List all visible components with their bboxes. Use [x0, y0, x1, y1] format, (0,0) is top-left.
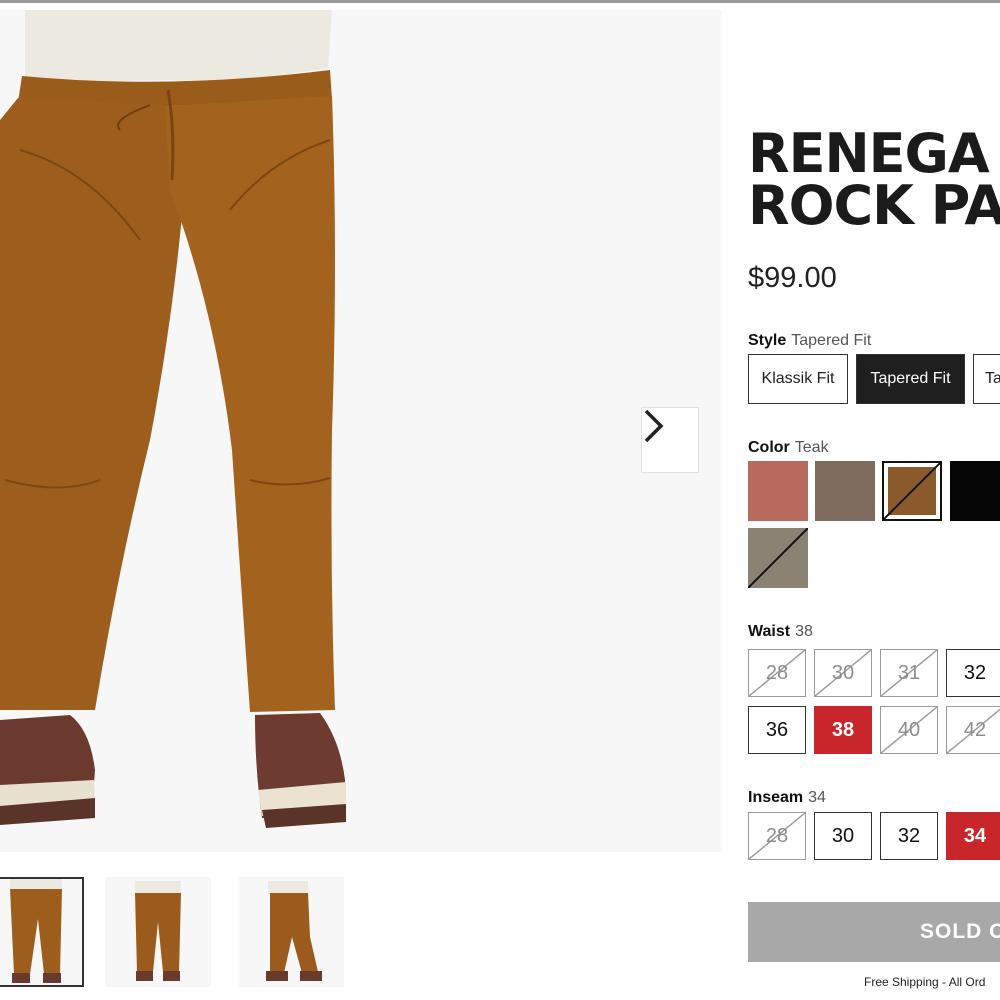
inseam-option-34[interactable]: 34 — [946, 812, 1000, 860]
color-swatch-teak[interactable] — [882, 461, 942, 521]
size-label: 28 — [765, 824, 789, 847]
color-swatch-walnut[interactable] — [815, 461, 875, 521]
thumbnail-side[interactable] — [238, 877, 344, 987]
product-title-line1: RENEGA — [748, 122, 990, 185]
style-option-klassik-fit[interactable]: Klassik Fit — [748, 354, 848, 404]
swatch-fill — [888, 467, 936, 515]
inseam-option-32[interactable]: 32 — [880, 812, 938, 860]
size-label: 34 — [963, 824, 987, 847]
size-label: 28 — [765, 661, 789, 684]
waist-selected-value: 38 — [795, 623, 813, 640]
waist-label-text: Waist — [748, 623, 791, 640]
sold-out-button[interactable]: SOLD O — [748, 902, 1000, 962]
color-swatch-clay[interactable] — [748, 461, 808, 521]
size-label: 40 — [897, 718, 921, 741]
swatch-fill — [950, 461, 1000, 521]
color-swatch-black[interactable] — [950, 461, 1000, 521]
waist-option-42[interactable]: 42 — [946, 706, 1000, 754]
product-image-main — [0, 10, 722, 852]
style-option-tapered-fit[interactable]: Tapered Fit — [856, 354, 965, 404]
size-label: 32 — [963, 661, 987, 684]
style-selected-value: Tapered Fit — [791, 332, 872, 349]
thumbnail-front[interactable] — [0, 877, 84, 987]
thumbnail-image — [266, 881, 322, 981]
inseam-label: Inseam 34 — [748, 789, 826, 807]
color-swatch-gray[interactable] — [748, 528, 808, 588]
swatch-fill — [815, 461, 875, 521]
product-photo — [0, 10, 346, 828]
size-label: 30 — [831, 661, 855, 684]
style-label: Style Tapered Fit — [748, 332, 871, 350]
waist-label: Waist 38 — [748, 623, 813, 641]
size-label: 36 — [765, 718, 789, 741]
waist-option-28[interactable]: 28 — [748, 649, 806, 697]
color-selected-value: Teak — [794, 439, 829, 456]
thumbnail-back[interactable] — [105, 877, 211, 987]
size-label: 42 — [963, 718, 987, 741]
waist-option-36[interactable]: 36 — [748, 706, 806, 754]
waist-option-31[interactable]: 31 — [880, 649, 938, 697]
swatch-fill — [748, 461, 808, 521]
inseam-option-30[interactable]: 30 — [814, 812, 872, 860]
top-border — [0, 0, 1000, 3]
swatch-fill — [748, 528, 808, 588]
inseam-selected-value: 34 — [808, 789, 826, 806]
size-label: 30 — [831, 824, 855, 847]
color-label: Color Teak — [748, 439, 829, 457]
waist-option-40[interactable]: 40 — [880, 706, 938, 754]
product-title: RENEGA ROCK PA — [748, 122, 1000, 237]
style-label-text: Style — [748, 332, 787, 349]
product-price: $99.00 — [748, 262, 837, 294]
waist-option-30[interactable]: 30 — [814, 649, 872, 697]
size-label: 32 — [897, 824, 921, 847]
next-image-button[interactable] — [641, 407, 699, 473]
thumbnail-strip — [0, 877, 722, 989]
shipping-note: Free Shipping - All Ord — [864, 975, 986, 989]
thumbnail-image — [135, 881, 181, 981]
inseam-option-28[interactable]: 28 — [748, 812, 806, 860]
waist-option-38[interactable]: 38 — [814, 706, 872, 754]
inseam-label-text: Inseam — [748, 789, 804, 806]
thumbnail-image — [10, 879, 62, 983]
product-title-line2: ROCK PA — [748, 174, 1000, 237]
size-label: 38 — [831, 718, 855, 741]
size-label: 31 — [897, 661, 921, 684]
waist-option-32[interactable]: 32 — [946, 649, 1000, 697]
color-label-text: Color — [748, 439, 790, 456]
chevron-right-icon — [644, 409, 664, 443]
style-option-partial[interactable]: Ta — [973, 354, 1000, 404]
